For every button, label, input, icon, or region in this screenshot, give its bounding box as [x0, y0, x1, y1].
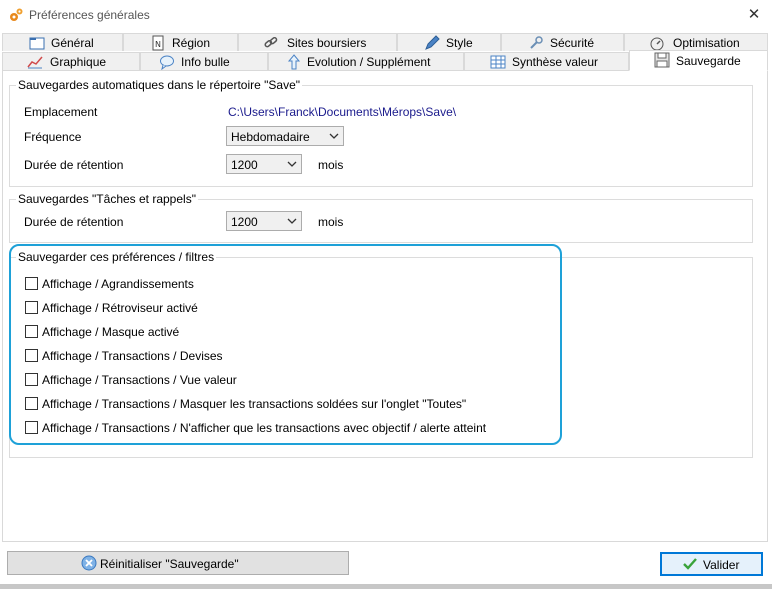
tab-sauvegarde[interactable]: Sauvegarde — [629, 50, 768, 71]
sauvegarde-panel: Sauvegardes automatiques dans le réperto… — [2, 70, 768, 542]
notepad-icon: N — [152, 35, 164, 51]
retention-label: Durée de rétention — [24, 158, 124, 172]
tasks-retention-unit: mois — [318, 215, 344, 229]
chevron-down-icon — [329, 133, 339, 139]
location-path[interactable]: C:\Users\Franck\Documents\Mérops\Save\ — [228, 105, 456, 119]
wrench-icon — [530, 36, 543, 49]
tab-securite[interactable]: Sécurité — [501, 33, 624, 51]
frequency-label: Fréquence — [24, 130, 82, 144]
tab-graphique[interactable]: Graphique — [2, 52, 140, 70]
svg-text:N: N — [155, 40, 161, 49]
gears-icon — [10, 8, 23, 21]
floppy-disk-icon — [654, 52, 670, 68]
tab-region[interactable]: N Région — [123, 33, 238, 51]
chevron-down-icon — [287, 218, 297, 224]
checkbox[interactable] — [25, 373, 38, 386]
tab-style[interactable]: Style — [397, 33, 501, 51]
auto-save-title: Sauvegardes automatiques dans le réperto… — [16, 78, 303, 92]
tasks-retention-label: Durée de rétention — [24, 215, 124, 229]
retention-select[interactable]: 1200 — [226, 154, 302, 174]
link-icon — [264, 36, 278, 48]
speech-bubble-icon — [160, 55, 174, 70]
checkbox[interactable] — [25, 277, 38, 290]
close-icon: ✕ — [747, 6, 761, 23]
window-bottom-edge — [0, 584, 772, 589]
checkbox[interactable] — [25, 301, 38, 314]
tasks-retention-select[interactable]: 1200 — [226, 211, 302, 231]
tab-evolution-supplement[interactable]: Evolution / Supplément — [268, 52, 464, 70]
chevron-down-icon — [287, 161, 297, 167]
reset-sauvegarde-button[interactable]: Réinitialiser "Sauvegarde" — [7, 551, 349, 575]
tab-info-bulle[interactable]: Info bulle — [140, 52, 268, 70]
tasks-title: Sauvegardes "Tâches et rappels" — [16, 192, 198, 206]
tab-general[interactable]: Général — [2, 33, 123, 51]
tab-sites-boursiers[interactable]: Sites boursiers — [238, 33, 397, 51]
tab-synthese-valeur[interactable]: Synthèse valeur — [464, 52, 629, 70]
grid-icon — [490, 55, 506, 69]
close-button[interactable]: ✕ — [744, 5, 764, 25]
checkbox[interactable] — [25, 421, 38, 434]
folder-icon — [29, 37, 45, 50]
checkmark-icon — [683, 558, 697, 570]
frequency-select[interactable]: Hebdomadaire — [226, 126, 344, 146]
checkbox[interactable] — [25, 349, 38, 362]
preferences-window: Préférences générales ✕ Général N Région… — [0, 0, 772, 589]
valider-button[interactable]: Valider — [660, 552, 763, 576]
retention-unit: mois — [318, 158, 344, 172]
chart-icon — [27, 56, 43, 69]
pencil-icon — [425, 35, 440, 50]
reset-icon — [81, 555, 97, 571]
title-bar: Préférences générales ✕ — [0, 0, 772, 30]
gauge-icon — [650, 37, 664, 51]
prefs-title: Sauvegarder ces préférences / filtres — [16, 250, 217, 264]
window-title: Préférences générales — [29, 8, 150, 22]
tab-optimisation[interactable]: Optimisation — [624, 33, 768, 51]
arrow-up-icon — [287, 54, 301, 70]
checkbox[interactable] — [25, 325, 38, 338]
location-label: Emplacement — [24, 105, 98, 119]
checkbox[interactable] — [25, 397, 38, 410]
